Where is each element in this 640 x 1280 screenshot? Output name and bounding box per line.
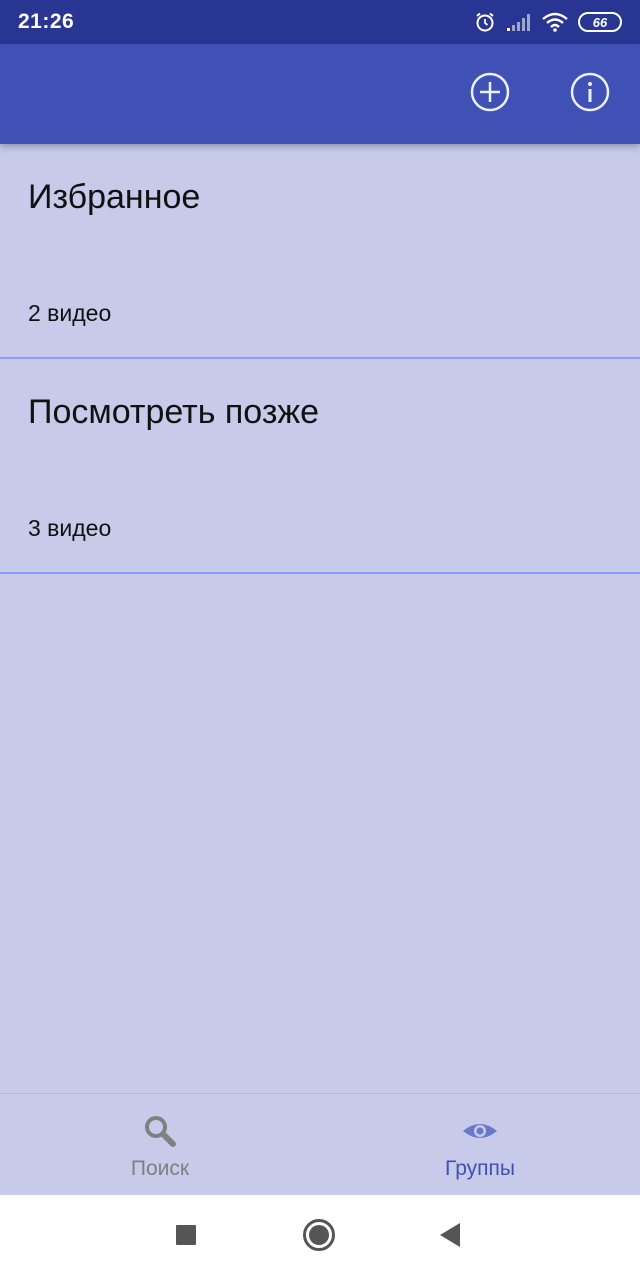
- eye-icon: [462, 1113, 498, 1149]
- groups-list: Избранное 2 видео Посмотреть позже 3 вид…: [0, 144, 640, 574]
- alarm-icon: [474, 11, 496, 33]
- system-navigation-bar: [0, 1195, 640, 1280]
- group-title: Посмотреть позже: [28, 393, 320, 431]
- tab-groups-label: Группы: [445, 1156, 515, 1180]
- group-item-favorites[interactable]: Избранное 2 видео: [0, 144, 640, 359]
- tab-groups[interactable]: Группы: [320, 1094, 640, 1195]
- app-bar: [0, 44, 640, 144]
- recents-square-icon: [175, 1224, 197, 1251]
- battery-icon: 66: [578, 12, 622, 32]
- signal-icon: [506, 12, 532, 32]
- recents-button[interactable]: [166, 1217, 206, 1257]
- group-video-count: 3 видео: [28, 515, 112, 541]
- group-title: Избранное: [28, 178, 201, 216]
- back-triangle-icon: [438, 1222, 462, 1253]
- add-group-button[interactable]: [470, 72, 510, 117]
- status-time: 21:26: [18, 10, 75, 33]
- back-button[interactable]: [430, 1217, 470, 1257]
- home-circle-icon: [302, 1218, 336, 1257]
- status-icons: 66: [474, 11, 622, 33]
- add-circle-icon: [470, 72, 510, 117]
- bottom-navigation: Поиск Группы: [0, 1093, 640, 1195]
- info-icon: [570, 72, 610, 117]
- search-icon: [143, 1113, 177, 1149]
- group-video-count: 2 видео: [28, 300, 112, 326]
- wifi-icon: [542, 12, 568, 32]
- home-button[interactable]: [299, 1217, 339, 1257]
- status-bar: 21:26 66: [0, 0, 640, 44]
- info-button[interactable]: [570, 72, 610, 117]
- group-item-watch-later[interactable]: Посмотреть позже 3 видео: [0, 359, 640, 574]
- tab-search[interactable]: Поиск: [0, 1094, 320, 1195]
- tab-search-label: Поиск: [130, 1156, 190, 1180]
